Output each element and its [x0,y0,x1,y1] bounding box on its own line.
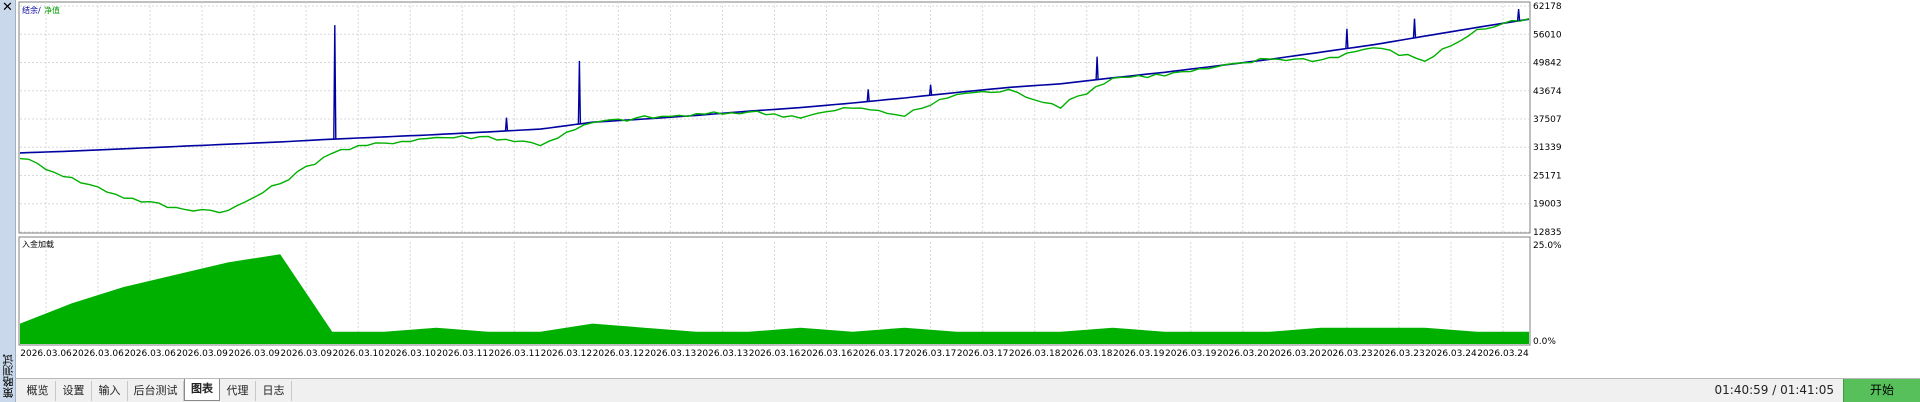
legend-balance-label: 结余 [22,5,38,15]
x-tick-label: 2026.03.06 [72,349,124,359]
x-tick-label: 2026.03.18 [1061,349,1113,359]
deposit-scale: 25.0% 0.0% [1533,241,1562,347]
side-panel-title: 策略测试 [2,354,15,398]
x-tick-label: 2026.03.24 [1477,349,1529,359]
x-tick-label: 2026.03.17 [853,349,905,359]
x-tick-label: 2026.03.13 [645,349,697,359]
tab-settings[interactable]: 设置 [56,381,92,401]
x-tick-label: 2026.03.17 [957,349,1009,359]
y-tick-label: 62178 [1533,2,1562,12]
x-tick-label: 2026.03.16 [749,349,801,359]
x-tick-label: 2026.03.16 [801,349,853,359]
x-tick-label: 2026.03.09 [176,349,228,359]
main-price-scale: 62178 56010 49842 43674 37507 31339 25171 19003… [1533,2,1562,238]
x-tick-label: 2026.03.20 [1269,349,1321,359]
tab-inputs[interactable]: 输入 [92,381,128,401]
x-tick-label: 2026.03.11 [437,349,489,359]
x-tick-label: 2026.03.20 [1217,349,1269,359]
x-tick-label: 2026.03.10 [332,349,384,359]
x-tick-label: 2026.03.12 [541,349,593,359]
x-tick-label: 2026.03.19 [1165,349,1217,359]
y-tick-label: 19003 [1533,200,1562,210]
tab-backtest[interactable]: 后台测试 [128,381,184,401]
y-tick-label: 43674 [1533,87,1562,97]
time-axis: 2026.03.06 2026.03.06 2026.03.06 2026.03.09… [20,349,1529,359]
tester-chart: 62178 56010 49842 43674 37507 31339 25171 19003… [18,1,1562,359]
x-tick-label: 2026.03.17 [905,349,957,359]
x-tick-label: 2026.03.13 [697,349,749,359]
legend-equity-label: 净值 [44,5,60,15]
tab-overview[interactable]: 概览 [20,381,56,401]
x-tick-label: 2026.03.23 [1321,349,1373,359]
x-tick-label: 2026.03.18 [1009,349,1061,359]
x-tick-label: 2026.03.12 [593,349,645,359]
x-tick-label: 2026.03.11 [489,349,541,359]
y-tick-label: 56010 [1533,30,1562,40]
tester-tab-bar: 概览 设置 输入 后台测试 图表 代理 日志 01:40:59 / 01:41:… [16,378,1920,402]
x-tick-label: 2026.03.24 [1425,349,1477,359]
chart-area: 62178 56010 49842 43674 37507 31339 25171 19003… [16,0,1920,378]
tab-journal[interactable]: 日志 [256,381,292,401]
x-tick-label: 2026.03.06 [124,349,176,359]
x-tick-label: 2026.03.23 [1373,349,1425,359]
deposit-tick-label: 25.0% [1533,241,1562,251]
tab-graph[interactable]: 图表 [184,379,220,401]
y-tick-label: 49842 [1533,59,1562,69]
close-icon[interactable]: ✕ [1,1,14,14]
x-tick-label: 2026.03.19 [1113,349,1165,359]
x-tick-label: 2026.03.06 [20,349,72,359]
start-button[interactable]: 开始 [1843,379,1920,402]
y-tick-label: 25171 [1533,171,1562,181]
x-tick-label: 2026.03.10 [384,349,436,359]
y-tick-label: 12835 [1533,228,1562,238]
tab-agents[interactable]: 代理 [220,381,256,401]
y-tick-label: 31339 [1533,143,1562,153]
elapsed-time: 01:40:59 / 01:41:05 [1714,383,1834,397]
deposit-panel-label: 入金加载 [22,239,54,249]
x-tick-label: 2026.03.09 [228,349,280,359]
tester-side-panel: ✕ 策略测试 [0,0,16,402]
deposit-tick-label: 0.0% [1533,337,1556,347]
legend-separator: / [38,6,41,15]
x-tick-label: 2026.03.09 [280,349,332,359]
y-tick-label: 37507 [1533,115,1562,125]
